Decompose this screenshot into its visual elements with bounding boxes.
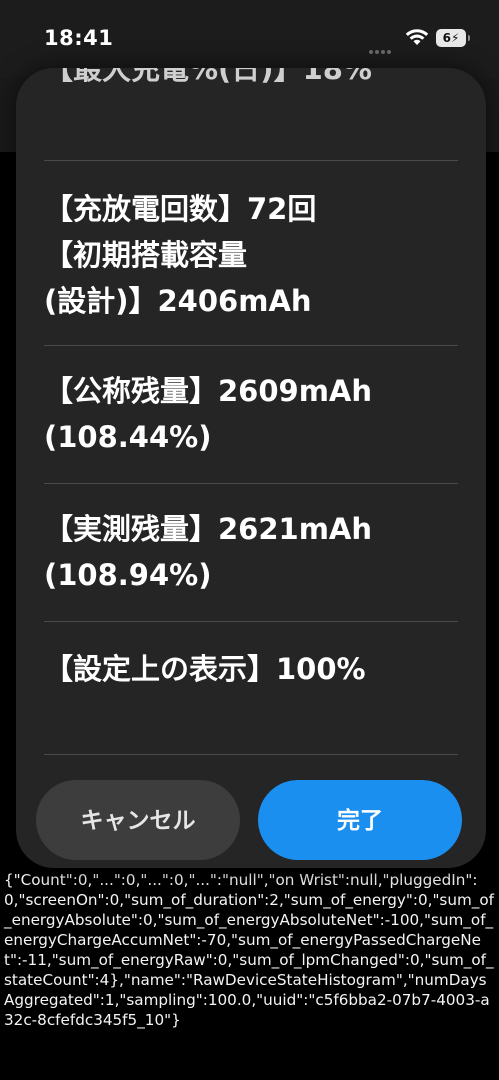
done-button[interactable]: 完了 <box>258 780 462 860</box>
nominal-capacity-row: 【公称残量】2609mAh (108.44%) <box>44 374 373 454</box>
wifi-icon <box>405 28 429 50</box>
cellular-signal-icon <box>369 39 395 54</box>
measured-capacity-row: 【実測残量】2621mAh (108.94%) <box>44 512 373 592</box>
displayed-capacity-row: 【設定上の表示】100% <box>44 652 366 686</box>
status-time: 18:41 <box>44 26 114 50</box>
log-tail: {"Count":0,"...":0,"...":0,"...":"null",… <box>4 871 494 1029</box>
divider <box>44 754 458 755</box>
divider <box>44 345 458 346</box>
divider <box>44 160 458 161</box>
cycle-design-row: 【充放電回数】72回 【初期搭載容量 (設計)】2406mAh <box>44 192 317 318</box>
cancel-button[interactable]: キャンセル <box>36 780 240 860</box>
status-bar: 18:41 6⚡ <box>0 0 499 78</box>
divider <box>44 621 458 622</box>
battery-info-sheet: 【最大充電%(日)】18% 【充放電回数】72回 【初期搭載容量 (設計)】24… <box>16 68 486 868</box>
max-charge-row: 【最大充電%(日)】18% <box>44 68 372 86</box>
battery-icon: 6⚡ <box>436 29 470 47</box>
battery-level: 6 <box>442 31 451 45</box>
divider <box>44 483 458 484</box>
